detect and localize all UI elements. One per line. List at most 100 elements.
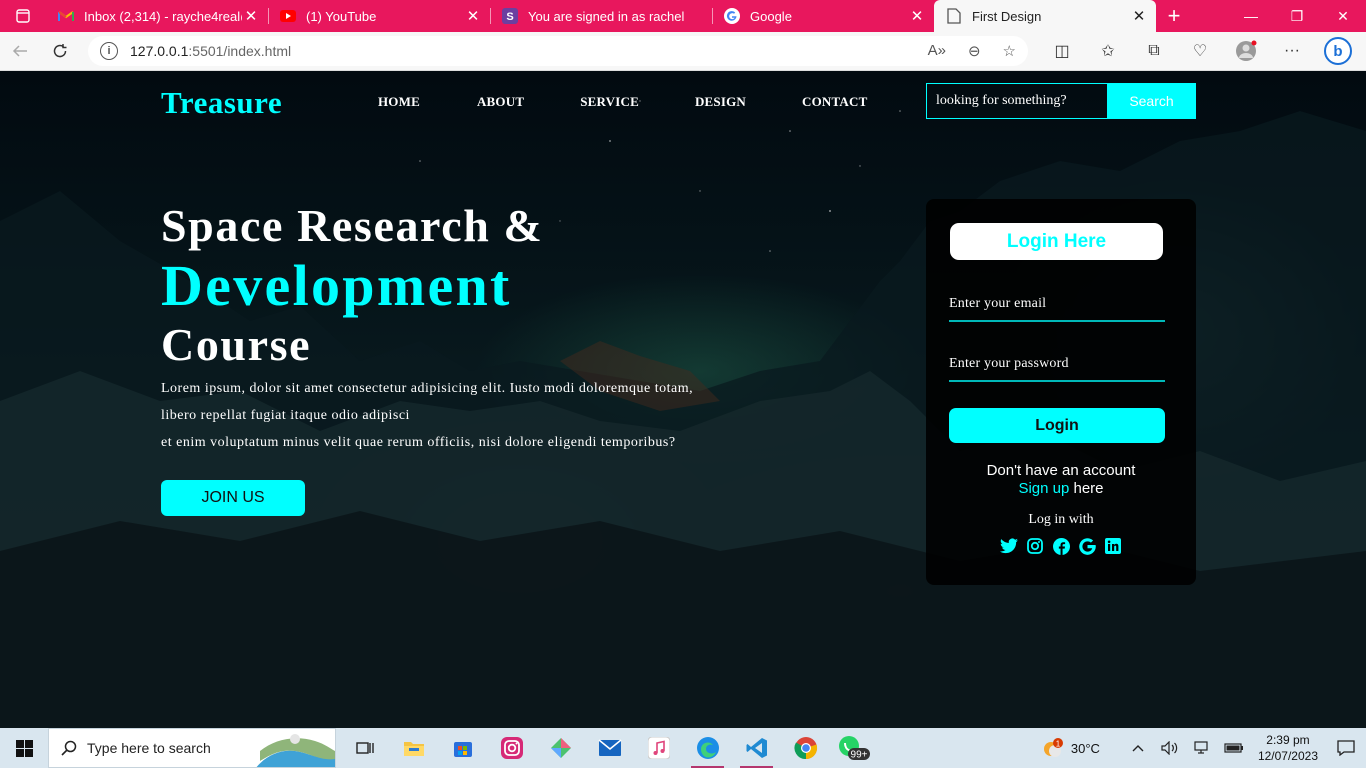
performance-icon[interactable]: ♡ [1178, 35, 1222, 67]
clock-time: 2:39 pm [1266, 733, 1310, 747]
close-tab-icon[interactable]: ✕ [1130, 7, 1148, 25]
youtube-icon [280, 8, 296, 24]
svg-text:S: S [506, 11, 513, 23]
system-tray: 1 30°C 2:39 pm 12/07/2023 [1041, 728, 1366, 768]
nav-about[interactable]: ABOUT [477, 94, 524, 110]
browser-toolbar: i 127.0.0.1:5501/index.html A» ⊖ ☆ ◫ ✩ ⧉… [0, 32, 1366, 71]
close-window-icon[interactable]: ✕ [1320, 0, 1366, 32]
browser-tab-strip: Inbox (2,314) - rayche4real@g ✕ (1) YouT… [0, 0, 1366, 32]
favorites-icon[interactable]: ✩ [1086, 35, 1130, 67]
tab-actions-icon [16, 9, 30, 23]
tab-title: Google [750, 8, 792, 24]
search-highlight-image [256, 734, 335, 767]
svg-text:b: b [1333, 43, 1342, 60]
notification-center-icon[interactable] [1326, 740, 1366, 756]
hero-heading-line1: Space Research & [161, 200, 544, 251]
hero-paragraph-line: libero repellat fugiat itaque odio adipi… [161, 408, 410, 423]
url-host: 127.0.0.1 [130, 43, 189, 59]
gmail-icon [58, 8, 74, 24]
edge-browser-icon[interactable] [683, 728, 732, 768]
browser-tab-signed-in[interactable]: S You are signed in as rachel [490, 0, 712, 32]
hero-paragraph: Lorem ipsum, dolor sit amet consectetur … [161, 375, 781, 456]
system-clock[interactable]: 2:39 pm 12/07/2023 [1258, 732, 1318, 764]
volume-icon[interactable] [1154, 741, 1186, 755]
hero-heading-line3: Course [161, 319, 312, 370]
email-field[interactable]: Enter your email [949, 296, 1165, 322]
nav-home[interactable]: HOME [378, 94, 420, 110]
weather-widget[interactable]: 1 30°C [1041, 737, 1100, 759]
facebook-icon[interactable] [1052, 537, 1070, 555]
mail-icon[interactable] [585, 728, 634, 768]
google-icon[interactable] [1078, 537, 1096, 555]
browser-tab-first-design[interactable]: First Design ✕ [934, 0, 1156, 32]
hero-paragraph-line: Lorem ipsum, dolor sit amet consectetur … [161, 381, 694, 396]
tab-title: You are signed in as rachel [528, 8, 685, 24]
back-arrow-icon [12, 45, 27, 57]
diamond-app-icon[interactable] [536, 728, 585, 768]
signup-link[interactable]: Sign up [1018, 480, 1069, 497]
split-screen-icon[interactable]: ◫ [1040, 35, 1084, 67]
browser-tab-gmail[interactable]: Inbox (2,314) - rayche4real@g ✕ [46, 0, 268, 32]
bing-chat-icon[interactable]: b [1316, 35, 1360, 67]
start-button[interactable] [0, 728, 48, 768]
site-info-icon[interactable]: i [100, 42, 118, 60]
site-logo[interactable]: Treasure [161, 85, 282, 121]
nav-service[interactable]: SERVICE [580, 94, 639, 110]
web-page: Treasure HOME ABOUT SERVICE DESIGN CONTA… [0, 71, 1366, 728]
instagram-app-icon[interactable] [487, 728, 536, 768]
social-login-icons [926, 537, 1196, 555]
windows-taskbar: Type here to search 99+ 1 30°C 2:39 pm 1… [0, 728, 1366, 768]
close-tab-icon[interactable]: ✕ [464, 7, 482, 25]
join-us-button[interactable]: JOIN US [161, 480, 305, 516]
itunes-icon[interactable] [634, 728, 683, 768]
tab-actions-button[interactable] [0, 0, 46, 32]
login-title: Login Here [950, 223, 1163, 260]
search-button[interactable]: Search [1107, 83, 1196, 119]
close-tab-icon[interactable]: ✕ [908, 7, 926, 25]
signup-prompt: Don't have an account Sign up here [926, 462, 1196, 498]
whatsapp-icon[interactable]: 99+ [830, 728, 879, 768]
minimize-icon[interactable]: — [1228, 0, 1274, 32]
instagram-icon[interactable] [1026, 537, 1044, 555]
close-tab-icon[interactable]: ✕ [242, 7, 260, 25]
linkedin-icon[interactable] [1104, 537, 1122, 555]
clock-date: 12/07/2023 [1257, 749, 1318, 763]
search-input[interactable] [926, 83, 1107, 119]
network-icon[interactable] [1186, 741, 1218, 755]
temperature-text: 30°C [1070, 740, 1100, 756]
hero-heading-line2: Development [161, 253, 512, 318]
no-account-text: Don't have an account [986, 462, 1136, 479]
file-explorer-icon[interactable] [389, 728, 438, 768]
tab-title: First Design [972, 8, 1042, 24]
refresh-button[interactable] [40, 35, 80, 67]
tab-title: Inbox (2,314) - rayche4real@g [84, 8, 242, 24]
windows-logo-icon [15, 739, 33, 757]
nav-design[interactable]: DESIGN [695, 94, 746, 110]
page-icon [946, 8, 962, 24]
profile-avatar-icon[interactable] [1224, 35, 1268, 67]
more-menu-icon[interactable]: ··· [1270, 35, 1314, 67]
back-button[interactable] [0, 35, 40, 67]
weather-icon: 1 [1043, 738, 1063, 757]
read-aloud-icon[interactable]: A» [928, 42, 946, 60]
login-button[interactable]: Login [949, 408, 1165, 443]
taskbar-search[interactable]: Type here to search [48, 728, 336, 768]
vscode-icon[interactable] [732, 728, 781, 768]
favorite-star-icon[interactable]: ☆ [1003, 42, 1016, 60]
chevron-up-icon[interactable] [1122, 744, 1154, 752]
collections-icon[interactable]: ⧉ [1132, 35, 1176, 67]
address-bar[interactable]: i 127.0.0.1:5501/index.html A» ⊖ ☆ [88, 36, 1028, 66]
microsoft-store-icon[interactable] [438, 728, 487, 768]
password-field[interactable]: Enter your password [949, 356, 1165, 382]
twitter-icon[interactable] [1000, 537, 1018, 555]
restore-icon[interactable]: ❐ [1274, 0, 1320, 32]
chrome-icon[interactable] [781, 728, 830, 768]
whatsapp-badge: 99+ [850, 750, 867, 761]
battery-icon[interactable] [1218, 742, 1250, 754]
new-tab-button[interactable]: + [1156, 0, 1192, 32]
browser-tab-google[interactable]: Google ✕ [712, 0, 934, 32]
task-view-icon[interactable] [340, 728, 389, 768]
browser-tab-youtube[interactable]: (1) YouTube ✕ [268, 0, 490, 32]
zoom-icon[interactable]: ⊖ [968, 42, 981, 60]
nav-contact[interactable]: CONTACT [802, 94, 867, 110]
